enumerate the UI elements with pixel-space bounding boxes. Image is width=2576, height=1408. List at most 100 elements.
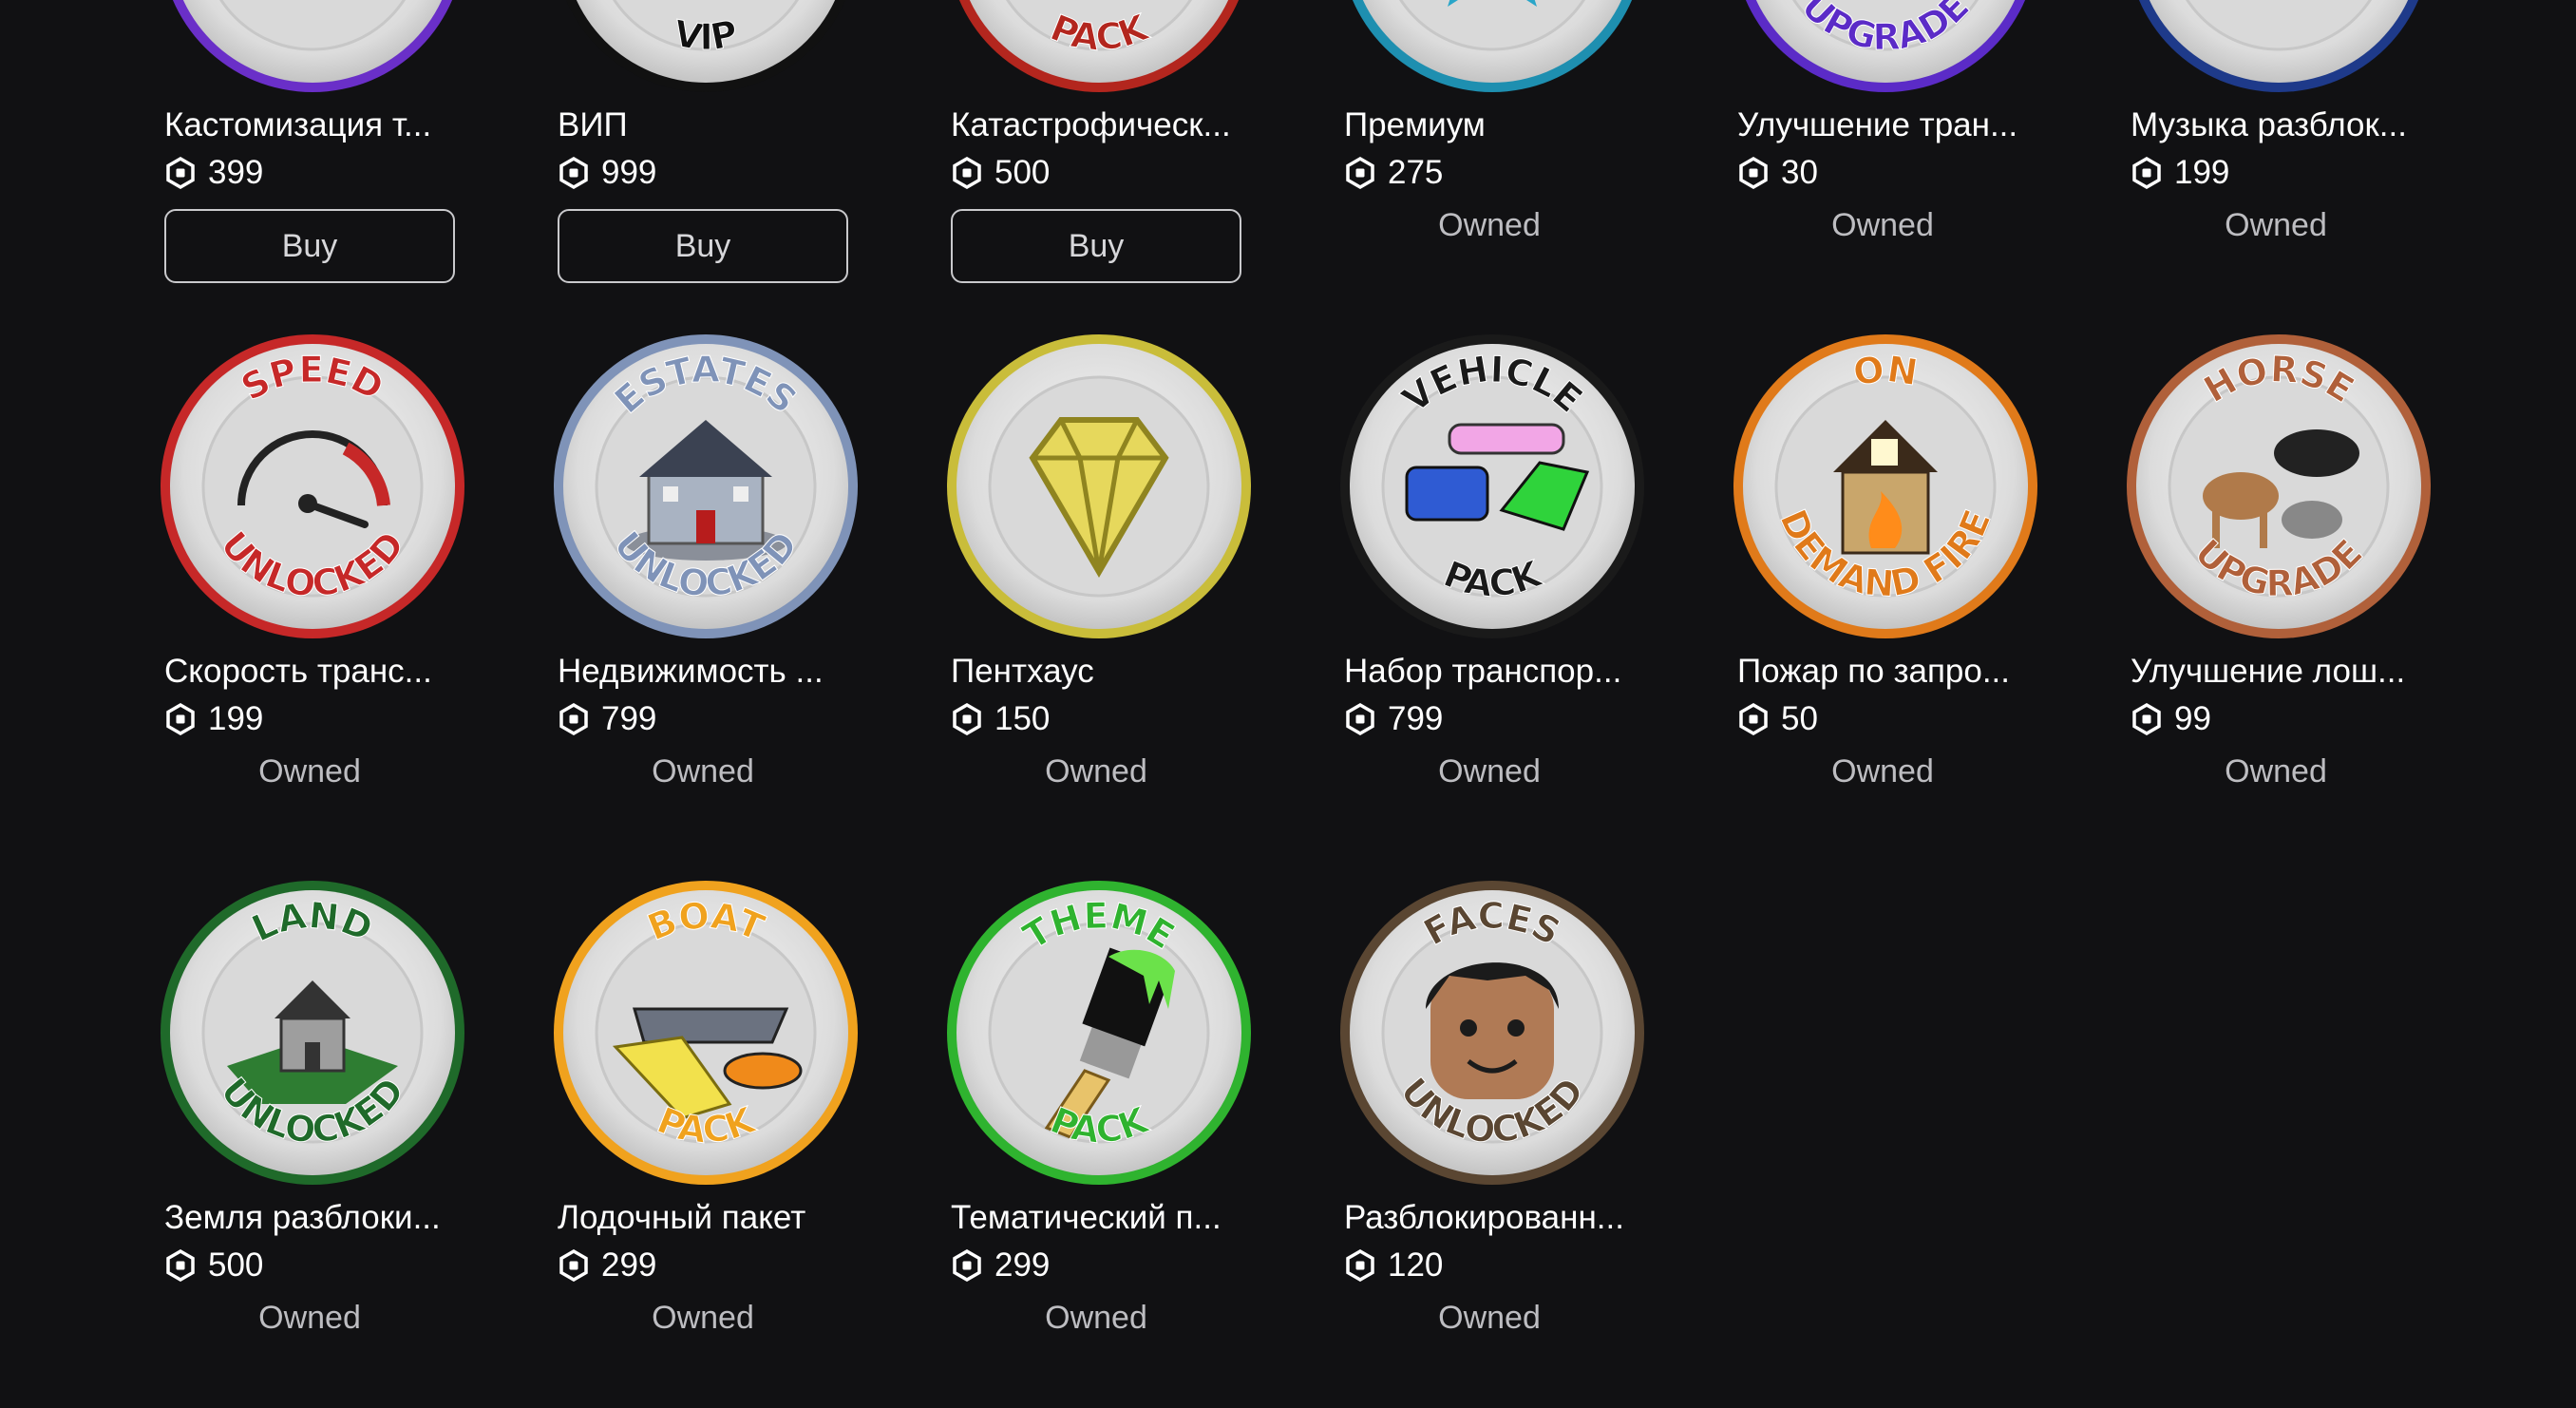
owned-label: Owned: [652, 1300, 754, 1336]
store-item-card[interactable]: UPGRADE Улучшение тран... 30 Owned: [1729, 0, 2042, 315]
item-name[interactable]: Музыка разблок...: [2131, 105, 2434, 146]
item-name[interactable]: Разблокированн...: [1344, 1197, 1648, 1239]
robux-icon: [1344, 703, 1376, 735]
item-name[interactable]: Пожар по запро...: [1737, 651, 2041, 693]
store-item-card[interactable]: ON DEMAND FIRE Пожар по запро... 50 Owned: [1729, 330, 2042, 862]
store-item-card[interactable]: BOAT PACK Лодочный пакет 299 Owned: [549, 876, 862, 1408]
item-badge-image[interactable]: THEME PACK: [942, 876, 1256, 1189]
item-name[interactable]: Земля разблоки...: [164, 1197, 468, 1239]
robux-icon: [951, 703, 983, 735]
robux-icon: [164, 1249, 197, 1282]
item-name[interactable]: Пентхаус: [951, 651, 1255, 693]
robux-icon: [1737, 703, 1770, 735]
owned-label: Owned: [2225, 753, 2327, 790]
price-value: 399: [208, 154, 264, 191]
item-badge-image[interactable]: ESTATES UNLOCKED: [549, 330, 862, 643]
item-price: 500: [164, 1245, 263, 1286]
item-name[interactable]: Премиум: [1344, 105, 1648, 146]
store-item-card[interactable]: FACES UNLOCKED Разблокированн... 120 Owned: [1335, 876, 1649, 1408]
owned-label: Owned: [2225, 207, 2327, 243]
item-price: 120: [1344, 1245, 1443, 1286]
item-badge-image[interactable]: [1335, 0, 1649, 97]
item-badge-image[interactable]: ON DEMAND FIRE: [1729, 330, 2042, 643]
item-name[interactable]: Лодочный пакет: [558, 1197, 862, 1239]
store-item-card[interactable]: ESTATES UNLOCKED Недвижимость ... 799 Owned: [549, 330, 862, 862]
price-value: 120: [1388, 1246, 1444, 1284]
owned-label: Owned: [1438, 207, 1541, 243]
owned-label: Owned: [258, 753, 361, 790]
item-price: 99: [2131, 698, 2211, 740]
price-value: 50: [1781, 700, 1818, 737]
item-name[interactable]: Скорость транс...: [164, 651, 468, 693]
item-price: 50: [1737, 698, 1818, 740]
item-name[interactable]: ВИП: [558, 105, 862, 146]
item-badge-image[interactable]: [942, 330, 1256, 643]
price-value: 999: [601, 154, 657, 191]
price-value: 500: [994, 154, 1051, 191]
store-item-card[interactable]: Пентхаус 150 Owned: [942, 330, 1256, 862]
price-value: 799: [1388, 700, 1444, 737]
robux-icon: [951, 1249, 983, 1282]
item-name[interactable]: Набор транспор...: [1344, 651, 1648, 693]
owned-label: Owned: [258, 1300, 361, 1336]
robux-icon: [2131, 157, 2163, 189]
item-price: 275: [1344, 152, 1443, 194]
store-item-card[interactable]: PACK Катастрофическ... 500 Buy: [942, 0, 1256, 315]
item-price: 299: [951, 1245, 1050, 1286]
item-badge-image[interactable]: VIP: [549, 0, 862, 97]
item-name[interactable]: Тематический п...: [951, 1197, 1255, 1239]
store-item-card[interactable]: Музыка разблок... 199 Owned: [2122, 0, 2435, 315]
item-badge-image[interactable]: SPEED UNLOCKED: [156, 330, 469, 643]
item-price: 399: [164, 152, 263, 194]
robux-icon: [1737, 157, 1770, 189]
store-item-card[interactable]: SPEED UNLOCKED Скорость транс... 199 Owned: [156, 330, 469, 862]
item-badge-image[interactable]: CUSTOMIZATION: [156, 0, 469, 97]
robux-icon: [951, 157, 983, 189]
item-price: 199: [164, 698, 263, 740]
item-badge-image[interactable]: BOAT PACK: [549, 876, 862, 1189]
buy-button[interactable]: Buy: [558, 209, 848, 283]
store-item-card[interactable]: HORSE UPGRADE Улучшение лош... 99 Owned: [2122, 330, 2435, 862]
item-name[interactable]: Катастрофическ...: [951, 105, 1255, 146]
price-value: 299: [994, 1246, 1051, 1284]
price-value: 30: [1781, 154, 1818, 191]
item-name[interactable]: Улучшение лош...: [2131, 651, 2434, 693]
price-value: 199: [208, 700, 264, 737]
owned-label: Owned: [1438, 753, 1541, 790]
owned-label: Owned: [1045, 1300, 1147, 1336]
item-badge-image[interactable]: UPGRADE: [1729, 0, 2042, 97]
item-badge-image[interactable]: FACES UNLOCKED: [1335, 876, 1649, 1189]
price-value: 99: [2174, 700, 2211, 737]
item-badge-image[interactable]: HORSE UPGRADE: [2122, 330, 2435, 643]
item-name[interactable]: Улучшение тран...: [1737, 105, 2041, 146]
owned-label: Owned: [1045, 753, 1147, 790]
buy-button[interactable]: Buy: [164, 209, 455, 283]
store-item-card[interactable]: VIP ВИП 999 Buy: [549, 0, 862, 315]
robux-icon: [558, 157, 590, 189]
svg-text:VIP: VIP: [671, 12, 741, 59]
price-value: 500: [208, 1246, 264, 1284]
item-badge-image[interactable]: LAND UNLOCKED: [156, 876, 469, 1189]
robux-icon: [1344, 157, 1376, 189]
store-item-card[interactable]: THEME PACK Тематический п... 299 Owned: [942, 876, 1256, 1408]
item-name[interactable]: Кастомизация т...: [164, 105, 468, 146]
store-item-card[interactable]: LAND UNLOCKED Земля разблоки... 500 Owned: [156, 876, 469, 1408]
robux-icon: [1344, 1249, 1376, 1282]
buy-button[interactable]: Buy: [951, 209, 1241, 283]
store-item-card[interactable]: VEHICLE PACK Набор транспор... 799 Owned: [1335, 330, 1649, 862]
store-item-card[interactable]: Премиум 275 Owned: [1335, 0, 1649, 315]
item-price: 999: [558, 152, 656, 194]
price-value: 799: [601, 700, 657, 737]
store-item-card[interactable]: CUSTOMIZATION Кастомизация т... 399 Buy: [156, 0, 469, 315]
item-badge-image[interactable]: PACK: [942, 0, 1256, 97]
item-badge-image[interactable]: [2122, 0, 2435, 97]
item-badge-image[interactable]: VEHICLE PACK: [1335, 330, 1649, 643]
owned-label: Owned: [1438, 1300, 1541, 1336]
item-price: 799: [1344, 698, 1443, 740]
robux-icon: [164, 703, 197, 735]
owned-label: Owned: [1831, 207, 1934, 243]
price-value: 150: [994, 700, 1051, 737]
item-price: 199: [2131, 152, 2229, 194]
item-price: 150: [951, 698, 1050, 740]
item-name[interactable]: Недвижимость ...: [558, 651, 862, 693]
